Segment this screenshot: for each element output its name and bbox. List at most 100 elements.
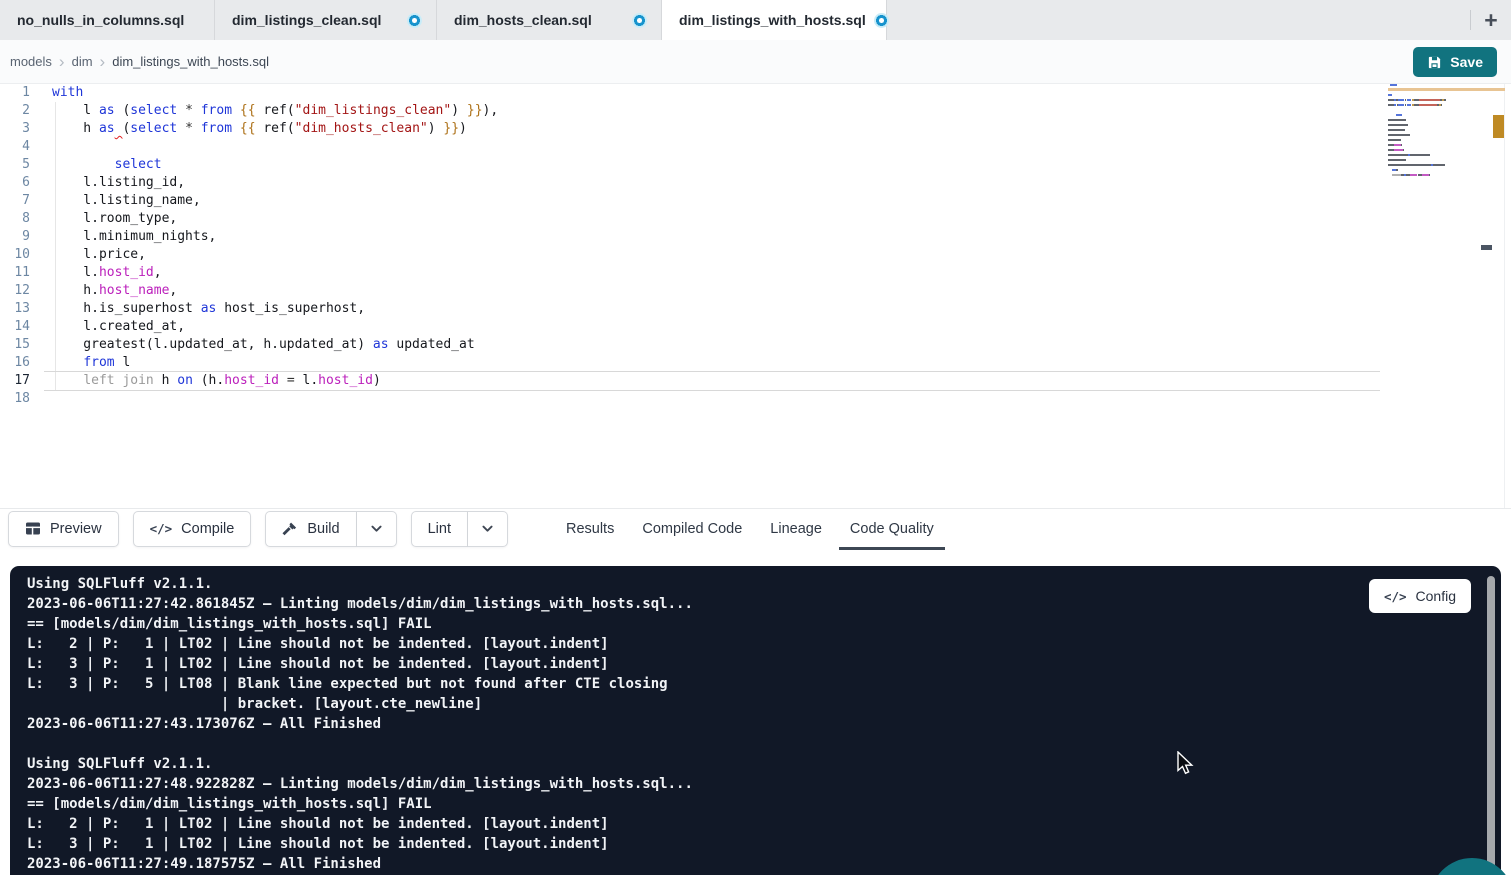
code-text[interactable]: l as (select * from {{ ref("dim_listings… <box>52 102 498 120</box>
unsaved-indicator-dot <box>407 13 422 28</box>
editor-line: 7 l.listing_name, <box>0 192 1511 210</box>
panel-tab-results[interactable]: Results <box>552 509 628 549</box>
terminal-line: 2023-06-06T11:27:49.187575Z — All Finish… <box>27 854 1501 874</box>
line-number: 11 <box>0 264 30 282</box>
terminal-line: 2023-06-06T11:27:48.922828Z — Linting mo… <box>27 774 1501 794</box>
line-number: 1 <box>0 84 30 102</box>
editor-line: 11 l.host_id, <box>0 264 1511 282</box>
breadcrumb-item[interactable]: dim_listings_with_hosts.sql <box>112 54 269 69</box>
editor-line: 1 with <box>0 84 1511 102</box>
editor-tab-dim_listings_with_hosts.sql[interactable]: dim_listings_with_hosts.sql <box>662 0 887 40</box>
code-text[interactable]: l.host_id, <box>52 264 162 282</box>
terminal-scrollbar[interactable] <box>1487 576 1495 875</box>
editor-line: 2 l as (select * from {{ ref("dim_listin… <box>0 102 1511 120</box>
unsaved-indicator-dot <box>874 13 889 28</box>
line-number: 16 <box>0 354 30 372</box>
editor-line: 3 h as (select * from {{ ref("dim_hosts_… <box>0 120 1511 138</box>
chevron-down-icon <box>370 522 383 535</box>
breadcrumb-item[interactable]: dim <box>72 54 93 69</box>
code-text[interactable]: l.listing_name, <box>52 192 201 210</box>
line-number: 6 <box>0 174 30 192</box>
breadcrumb-bar: models › dim › dim_listings_with_hosts.sql S… <box>0 40 1511 84</box>
compile-button[interactable]: </> Compile <box>133 511 252 547</box>
line-number: 18 <box>0 390 30 408</box>
code-text[interactable]: from l <box>52 354 130 372</box>
editor-tab-no_nulls_in_columns.sql[interactable]: no_nulls_in_columns.sql <box>0 0 215 40</box>
terminal-line: L: 3 | P: 5 | LT08 | Blank line expected… <box>27 674 1501 694</box>
minimap-marker-blue <box>1390 84 1397 86</box>
editor-line: 15 greatest(l.updated_at, h.updated_at) … <box>0 336 1511 354</box>
minimap[interactable] <box>1388 94 1492 184</box>
terminal-line: Using SQLFluff v2.1.1. <box>27 754 1501 774</box>
panel-tab-compiled-code[interactable]: Compiled Code <box>628 509 756 549</box>
build-button-label: Build <box>307 521 339 537</box>
line-number: 15 <box>0 336 30 354</box>
code-text[interactable]: l.listing_id, <box>52 174 185 192</box>
hammer-icon <box>282 521 298 537</box>
line-number: 17 <box>0 372 30 390</box>
breadcrumb-separator-icon: › <box>100 53 106 70</box>
preview-button[interactable]: Preview <box>8 511 119 547</box>
breadcrumb: models › dim › dim_listings_with_hosts.sql <box>10 53 269 70</box>
code-text[interactable]: l.room_type, <box>52 210 177 228</box>
panel-tab-code-quality[interactable]: Code Quality <box>836 509 948 549</box>
code-slash-icon: </> <box>150 521 173 536</box>
code-text[interactable]: h.is_superhost as host_is_superhost, <box>52 300 365 318</box>
editor-line: 13 h.is_superhost as host_is_superhost, <box>0 300 1511 318</box>
code-text[interactable]: l.minimum_nights, <box>52 228 216 246</box>
build-dropdown-button[interactable] <box>357 511 397 547</box>
terminal-line: L: 2 | P: 1 | LT02 | Line should not be … <box>27 814 1501 834</box>
terminal-line: == [models/dim/dim_listings_with_hosts.s… <box>27 614 1501 634</box>
editor-rows: 1 with2 l as (select * from {{ ref("dim_l… <box>0 84 1511 408</box>
line-number: 9 <box>0 228 30 246</box>
lint-button-label: Lint <box>428 521 451 537</box>
code-text[interactable]: left join h on (h.host_id = l.host_id) <box>52 372 381 390</box>
save-icon <box>1427 55 1442 70</box>
lint-button[interactable]: Lint <box>411 511 468 547</box>
code-slash-icon: </> <box>1384 589 1407 604</box>
line-number: 7 <box>0 192 30 210</box>
editor-tab-dim_listings_clean.sql[interactable]: dim_listings_clean.sql <box>215 0 437 40</box>
code-text[interactable]: greatest(l.updated_at, h.updated_at) as … <box>52 336 475 354</box>
line-number: 13 <box>0 300 30 318</box>
code-text[interactable]: h as (select * from {{ ref("dim_hosts_cl… <box>52 120 467 138</box>
code-text[interactable]: l.created_at, <box>52 318 185 336</box>
code-text[interactable]: select <box>52 156 162 174</box>
tab-label: dim_hosts_clean.sql <box>454 12 592 28</box>
build-button-group: Build <box>265 511 396 547</box>
line-number: 4 <box>0 138 30 156</box>
terminal-line: Using SQLFluff v2.1.1. <box>27 574 1501 594</box>
config-button[interactable]: </> Config <box>1369 579 1471 613</box>
line-number: 8 <box>0 210 30 228</box>
editor-line: 8 l.room_type, <box>0 210 1511 228</box>
tab-label: no_nulls_in_columns.sql <box>17 12 184 28</box>
breadcrumb-separator-icon: › <box>59 53 65 70</box>
action-toolbar: Preview </> Compile Build Lint ResultsCo… <box>0 508 1511 548</box>
terminal-line: 2023-06-06T11:27:43.173076Z — All Finish… <box>27 714 1501 734</box>
terminal-line: 2023-06-06T11:27:42.861845Z — Linting mo… <box>27 594 1501 614</box>
editor-line: 10 l.price, <box>0 246 1511 264</box>
save-button-label: Save <box>1450 54 1483 70</box>
breadcrumb-item[interactable]: models <box>10 54 52 69</box>
terminal-output: Using SQLFluff v2.1.1.2023-06-06T11:27:4… <box>10 566 1501 874</box>
tab-bar-tabs: no_nulls_in_columns.sql dim_listings_clea… <box>0 0 887 40</box>
editor-line: 6 l.listing_id, <box>0 174 1511 192</box>
code-text[interactable]: h.host_name, <box>52 282 177 300</box>
lint-dropdown-button[interactable] <box>468 511 508 547</box>
code-text[interactable]: l.price, <box>52 246 146 264</box>
panel-tab-lineage[interactable]: Lineage <box>756 509 836 549</box>
overview-ruler-cursor-marker <box>1481 245 1492 250</box>
line-number: 5 <box>0 156 30 174</box>
build-button[interactable]: Build <box>265 511 356 547</box>
new-tab-button[interactable]: + <box>1471 0 1511 40</box>
code-text[interactable]: with <box>52 84 83 102</box>
editor-line: 4 <box>0 138 1511 156</box>
editor-line: 18 <box>0 390 1511 408</box>
tab-label: dim_listings_clean.sql <box>232 12 381 28</box>
code-editor[interactable]: 1 with2 l as (select * from {{ ref("dim_l… <box>0 84 1511 508</box>
editor-tab-dim_hosts_clean.sql[interactable]: dim_hosts_clean.sql <box>437 0 662 40</box>
lint-button-group: Lint <box>411 511 508 547</box>
overview-ruler-warning-marker <box>1493 115 1504 138</box>
save-button[interactable]: Save <box>1413 47 1497 77</box>
terminal-line: L: 2 | P: 1 | LT02 | Line should not be … <box>27 634 1501 654</box>
